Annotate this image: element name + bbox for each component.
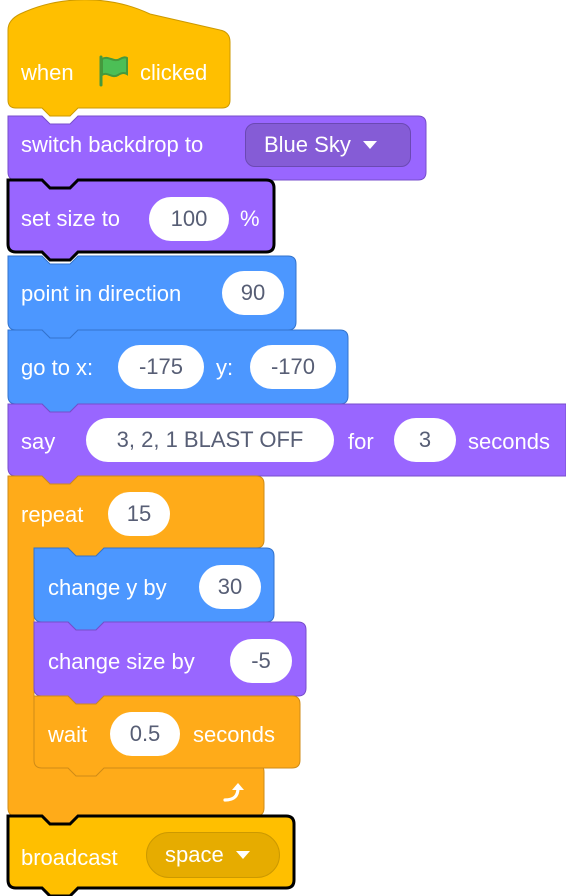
set-size-unit: %	[240, 206, 260, 231]
backdrop-dropdown[interactable]: Blue Sky	[245, 123, 411, 167]
green-flag-icon	[99, 55, 128, 87]
chevron-down-icon	[235, 851, 250, 859]
change-y-label: change y by	[48, 575, 167, 600]
repeat-arrow-icon	[223, 783, 244, 802]
hat-when-label: when	[21, 60, 74, 85]
backdrop-dropdown-value: Blue Sky	[264, 132, 351, 157]
say-seconds-input[interactable]: 3	[394, 418, 456, 462]
wait-seconds-label: seconds	[193, 722, 275, 747]
broadcast-label: broadcast	[21, 845, 118, 870]
change-size-input[interactable]: -5	[230, 639, 292, 683]
set-size-label: set size to	[21, 206, 121, 231]
say-message-input[interactable]: 3, 2, 1 BLAST OFF	[86, 418, 334, 462]
direction-input[interactable]: 90	[222, 271, 284, 315]
scratch-script-area: when clicked switch backdrop to Blue Sky…	[0, 0, 566, 896]
say-seconds-label: seconds	[468, 429, 550, 454]
wait-label: wait	[48, 722, 88, 747]
x-input[interactable]: -175	[118, 345, 204, 389]
switch-backdrop-label: switch backdrop to	[21, 132, 204, 157]
broadcast-message-dropdown[interactable]: space	[146, 832, 280, 878]
repeat-count-input[interactable]: 15	[108, 492, 170, 536]
y-input[interactable]: -170	[250, 345, 336, 389]
wait-seconds-input[interactable]: 0.5	[110, 712, 180, 756]
say-label: say	[21, 429, 56, 454]
point-direction-label: point in direction	[21, 281, 182, 306]
change-size-label: change size by	[48, 649, 195, 674]
goto-x-label: go to x:	[21, 355, 94, 380]
hat-clicked-label: clicked	[140, 60, 208, 85]
say-for-label: for	[348, 429, 374, 454]
change-y-input[interactable]: 30	[199, 565, 261, 609]
chevron-down-icon	[362, 141, 377, 149]
goto-y-label: y:	[216, 355, 234, 380]
broadcast-dropdown-value: space	[165, 842, 224, 867]
repeat-label: repeat	[21, 502, 84, 527]
set-size-input[interactable]: 100	[149, 197, 229, 241]
